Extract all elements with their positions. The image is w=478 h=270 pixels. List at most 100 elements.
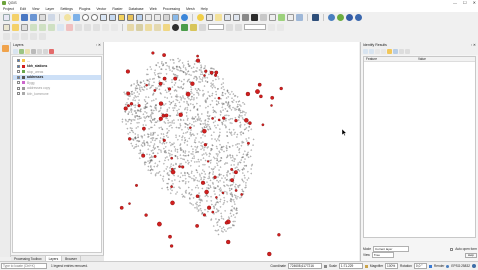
layout-manager-icon[interactable] bbox=[48, 13, 55, 21]
crs-globe-icon[interactable] bbox=[446, 264, 450, 268]
add-line-icon[interactable] bbox=[39, 23, 46, 31]
open-project-icon[interactable] bbox=[12, 13, 19, 21]
collapse-tree-icon[interactable] bbox=[369, 49, 374, 54]
render-checkbox[interactable] bbox=[428, 264, 432, 268]
layer-visibility-checkbox[interactable] bbox=[17, 75, 20, 79]
adv-tool-3-icon[interactable] bbox=[21, 33, 28, 40]
minimize-button[interactable]: — bbox=[453, 0, 457, 5]
layer-visibility-checkbox[interactable] bbox=[17, 70, 20, 74]
maximize-button[interactable]: ☐ bbox=[463, 0, 467, 5]
temporal-controller-icon[interactable] bbox=[172, 13, 179, 21]
undo-icon[interactable] bbox=[102, 23, 109, 31]
label-rotate-icon[interactable] bbox=[154, 23, 161, 31]
new-project-icon[interactable] bbox=[3, 13, 10, 21]
zoom-native-icon[interactable] bbox=[136, 13, 143, 21]
menu-help[interactable]: Help bbox=[201, 7, 208, 11]
pan-to-selection-icon[interactable] bbox=[73, 13, 80, 21]
auto-open-checkbox[interactable] bbox=[450, 247, 454, 251]
vertex-tool-icon[interactable] bbox=[57, 23, 64, 31]
menu-plugins[interactable]: Plugins bbox=[79, 7, 90, 11]
menu-processing[interactable]: Processing bbox=[163, 7, 180, 11]
tool-b-icon[interactable] bbox=[235, 23, 242, 31]
measure-icon[interactable] bbox=[260, 13, 267, 21]
plugin-blue-icon[interactable] bbox=[346, 13, 353, 21]
copy-features-icon[interactable] bbox=[84, 23, 91, 31]
clear-results-icon[interactable] bbox=[381, 49, 386, 54]
plugin-green-icon[interactable] bbox=[337, 13, 344, 21]
manage-themes-icon[interactable] bbox=[25, 48, 30, 54]
black-circle-icon[interactable] bbox=[172, 23, 179, 31]
plugin-globe-icon[interactable] bbox=[328, 13, 335, 21]
add-polygon-icon[interactable] bbox=[48, 23, 55, 31]
yellow-shape-icon[interactable] bbox=[190, 23, 197, 31]
select-features-icon[interactable] bbox=[215, 13, 222, 21]
expand-tree-icon[interactable] bbox=[363, 49, 368, 54]
settings-gear-icon[interactable] bbox=[242, 13, 249, 21]
data-source-manager-icon[interactable] bbox=[3, 23, 10, 31]
layer-visibility-checkbox[interactable] bbox=[17, 81, 20, 85]
rotation-field[interactable]: 0,0 ° bbox=[413, 263, 427, 269]
identify-features-icon[interactable] bbox=[197, 13, 204, 21]
refresh-icon[interactable] bbox=[181, 13, 188, 21]
delete-selected-icon[interactable] bbox=[66, 23, 73, 31]
menu-settings[interactable]: Settings bbox=[60, 7, 73, 11]
label-change-icon[interactable] bbox=[163, 23, 170, 31]
zoom-layer-icon[interactable] bbox=[127, 13, 134, 21]
crs-button[interactable]: EPSG:25832 bbox=[451, 264, 470, 268]
tool-c-icon[interactable] bbox=[268, 23, 275, 31]
open-field-calculator-icon[interactable] bbox=[206, 13, 213, 21]
zoom-full-icon[interactable] bbox=[109, 13, 116, 21]
sum-icon[interactable] bbox=[251, 13, 258, 21]
zoom-rubberband-icon[interactable] bbox=[100, 13, 107, 21]
identify-panel-close-icon[interactable]: ▫ ✕ bbox=[471, 43, 476, 47]
statistical-summary-icon[interactable] bbox=[233, 13, 240, 21]
python-console-icon[interactable] bbox=[312, 13, 319, 21]
remove-layer-icon[interactable] bbox=[49, 48, 54, 54]
extents-toggle-icon[interactable] bbox=[323, 264, 327, 268]
green-shape-icon[interactable] bbox=[181, 23, 188, 31]
identify-settings-icon[interactable] bbox=[405, 49, 410, 54]
edit-pencil-icon[interactable] bbox=[12, 23, 19, 31]
fill-combo[interactable] bbox=[244, 24, 266, 30]
menu-edit[interactable]: Edit bbox=[20, 7, 26, 11]
print-layout-icon[interactable] bbox=[39, 13, 46, 21]
adv-tool-5-icon[interactable] bbox=[39, 33, 46, 40]
layer-item[interactable]: kbh_kommune bbox=[13, 91, 101, 97]
plugin-search-icon[interactable] bbox=[355, 13, 362, 21]
zoom-next-icon[interactable] bbox=[154, 13, 161, 21]
help-button[interactable]: Help bbox=[464, 252, 477, 258]
add-group-icon[interactable] bbox=[19, 48, 24, 54]
new-bookmark-icon[interactable] bbox=[278, 13, 285, 21]
expand-all-icon[interactable] bbox=[37, 48, 42, 54]
layer-visibility-checkbox[interactable] bbox=[17, 64, 20, 68]
tool-d-icon[interactable] bbox=[277, 23, 284, 31]
messages-icon[interactable] bbox=[472, 264, 476, 268]
layer-visibility-checkbox[interactable] bbox=[17, 86, 20, 90]
adv-tool-4-icon[interactable] bbox=[30, 33, 37, 40]
redo-icon[interactable] bbox=[111, 23, 118, 31]
zoom-out-icon[interactable] bbox=[91, 13, 98, 21]
menu-layer[interactable]: Layer bbox=[45, 7, 54, 11]
open-layer-styling-icon[interactable] bbox=[13, 48, 18, 54]
coordinate-field[interactable]: 724608,6177216 bbox=[287, 263, 322, 269]
layer-visibility-checkbox[interactable] bbox=[17, 92, 20, 96]
scale-combo[interactable] bbox=[208, 24, 224, 30]
expand-new-icon[interactable] bbox=[375, 49, 380, 54]
label-pin-icon[interactable] bbox=[136, 23, 143, 31]
new-map-view-icon[interactable] bbox=[163, 13, 170, 21]
zoom-last-icon[interactable] bbox=[145, 13, 152, 21]
cut-features-icon[interactable] bbox=[75, 23, 82, 31]
open-attribute-table-icon[interactable] bbox=[224, 13, 231, 21]
menu-view[interactable]: View bbox=[32, 7, 40, 11]
tool-a-icon[interactable] bbox=[226, 23, 233, 31]
save-project-icon[interactable] bbox=[21, 13, 28, 21]
magnifier-field[interactable]: 100% bbox=[385, 263, 399, 269]
layer-visibility-checkbox[interactable] bbox=[17, 59, 20, 63]
text-annotation-icon[interactable] bbox=[296, 13, 303, 21]
locator-search-input[interactable]: Type to locate (Ctrl+K) bbox=[1, 262, 47, 269]
menu-database[interactable]: Database bbox=[129, 7, 144, 11]
menu-web[interactable]: Web bbox=[150, 7, 157, 11]
lock-scale-icon[interactable] bbox=[364, 264, 368, 268]
menu-mesh[interactable]: Mesh bbox=[186, 7, 195, 11]
close-button[interactable]: ✕ bbox=[473, 0, 476, 5]
